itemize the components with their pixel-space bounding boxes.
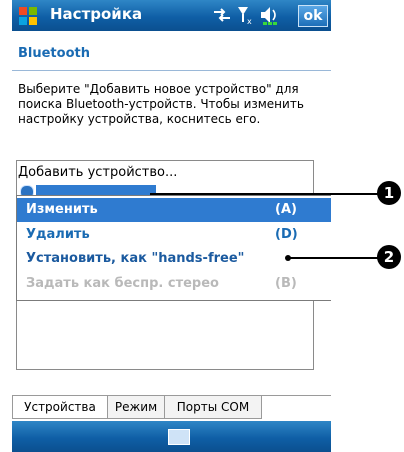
tab-devices[interactable]: Устройства <box>12 396 108 419</box>
instructions-text: Выберите "Добавить новое устройство" для… <box>18 82 304 126</box>
keyboard-icon[interactable] <box>168 429 190 445</box>
tab-mode[interactable]: Режим <box>107 396 165 419</box>
menu-item-label: Изменить <box>26 202 98 217</box>
menu-item-shortcut: (B) <box>275 276 297 291</box>
app-title: Настройка <box>50 5 143 23</box>
screen: Настройка x ok Bluetooth Выберите "Добав… <box>12 0 331 452</box>
menu-item-label: Установить, как "hands-free" <box>26 251 245 266</box>
ok-button[interactable]: ok <box>298 5 328 27</box>
tab-bar: Устройства Режим Порты COM <box>12 395 331 419</box>
callout-1: 1 <box>377 181 401 205</box>
menu-item-label: Удалить <box>26 227 90 242</box>
windows-start-icon[interactable] <box>16 4 40 28</box>
volume-icon[interactable] <box>259 4 283 26</box>
callout-2: 2 <box>377 245 401 269</box>
signal-icon[interactable]: x <box>236 4 254 26</box>
page-title: Bluetooth <box>18 46 90 61</box>
title-bar: Настройка x ok <box>12 0 331 31</box>
menu-item-set-hands-free[interactable]: Установить, как "hands-free" <box>17 247 331 271</box>
bottom-menu-bar <box>12 421 331 452</box>
callout-line-2 <box>288 257 378 259</box>
svg-text:x: x <box>247 17 252 26</box>
menu-item-edit[interactable]: Изменить (A) <box>17 198 331 222</box>
connectivity-icon[interactable] <box>212 4 232 26</box>
menu-item-delete[interactable]: Удалить (D) <box>17 223 331 247</box>
menu-item-shortcut: (A) <box>275 202 297 217</box>
add-device-item[interactable]: Добавить устройство... <box>18 165 177 180</box>
context-menu: Изменить (A) Удалить (D) Установить, как… <box>16 195 331 301</box>
menu-item-set-wireless-stereo: Задать как беспр. стерео (B) <box>17 272 331 296</box>
menu-item-label: Задать как беспр. стерео <box>26 276 219 291</box>
tab-com-ports[interactable]: Порты COM <box>164 396 262 419</box>
header-divider <box>12 70 331 71</box>
menu-item-shortcut: (D) <box>275 227 298 242</box>
callout-line-1 <box>150 193 380 195</box>
